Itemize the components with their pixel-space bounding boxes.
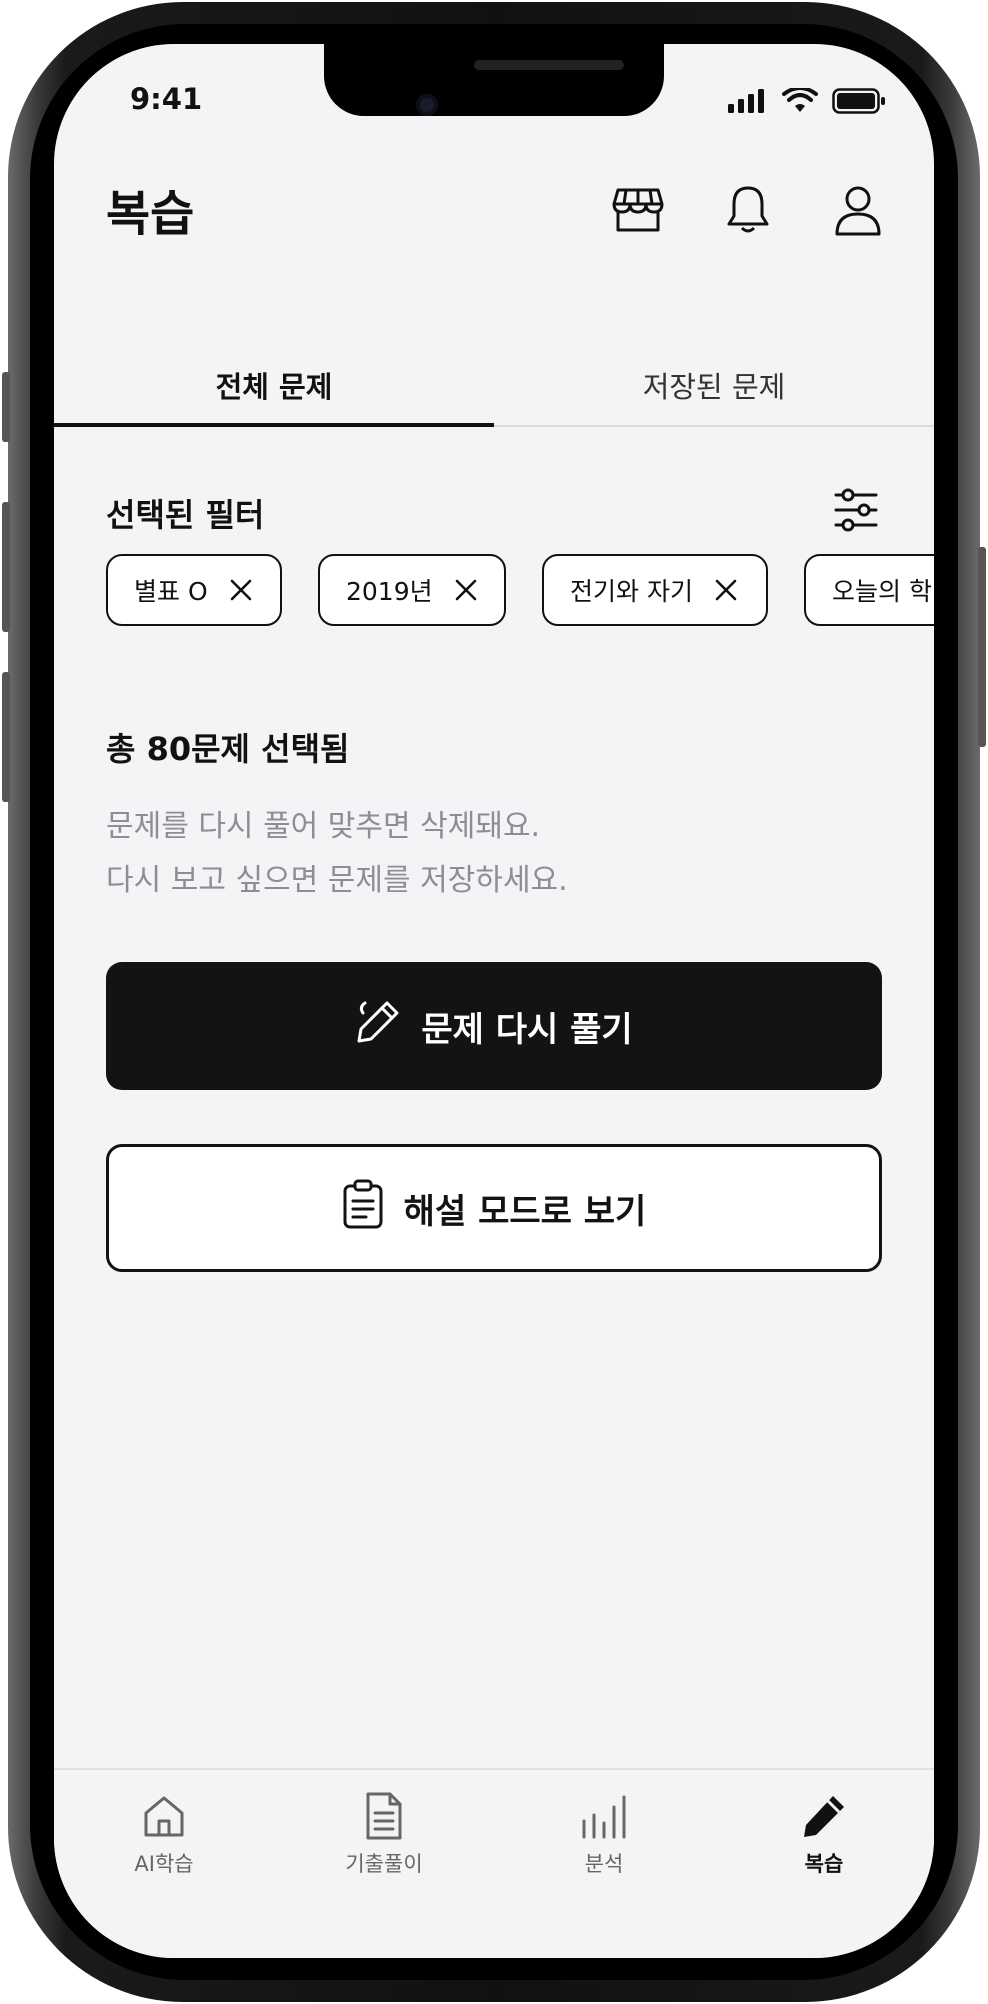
tab-bar: 전체 문제 저장된 문제 (54, 344, 934, 428)
summary-desc-line: 문제를 다시 풀어 맞추면 삭제돼요. (106, 809, 541, 844)
filter-chip[interactable]: 2019년 (318, 554, 506, 626)
nav-item-label: AI학습 (134, 1852, 194, 1876)
volume-up-button (2, 502, 10, 632)
bell-icon[interactable] (720, 182, 776, 238)
selected-count: 총 80문제 선택됨 (106, 730, 350, 768)
wifi-icon (782, 86, 818, 118)
earpiece-speaker (474, 60, 624, 70)
pencil-icon (798, 1790, 850, 1842)
notch (324, 44, 664, 116)
home-icon (138, 1790, 190, 1842)
filter-chip-label: 오늘의 학 (832, 577, 932, 606)
page-title: 복습 (106, 186, 195, 242)
clipboard-icon (342, 1179, 384, 1238)
close-icon[interactable] (715, 579, 737, 601)
nav-item-ai-learning[interactable]: AI학습 (54, 1790, 274, 1890)
tab-saved-problems[interactable]: 저장된 문제 (494, 344, 934, 426)
nav-item-label: 분석 (584, 1852, 624, 1876)
bottom-navigation: AI학습 기출풀이 분석 복습 (54, 1768, 934, 1958)
summary-desc-line: 다시 보고 싶으면 문제를 저장하세요. (106, 863, 568, 898)
summary-description: 문제를 다시 풀어 맞추면 삭제돼요. 다시 보고 싶으면 문제를 저장하세요. (106, 800, 568, 908)
close-icon[interactable] (455, 579, 477, 601)
user-icon[interactable] (830, 182, 886, 238)
signal-icon (728, 89, 768, 117)
nav-item-label: 복습 (804, 1852, 844, 1876)
document-icon (358, 1790, 410, 1842)
store-icon[interactable] (610, 182, 666, 238)
filter-chip[interactable]: 별표 O (106, 554, 282, 626)
filter-chip-label: 2019년 (346, 577, 433, 606)
explanation-mode-button[interactable]: 해설 모드로 보기 (106, 1144, 882, 1272)
status-icons (728, 86, 886, 118)
filter-chip[interactable]: 오늘의 학 (804, 554, 934, 626)
retry-button-label: 문제 다시 풀기 (421, 1009, 633, 1050)
filter-section-title: 선택된 필터 (106, 496, 265, 534)
close-icon[interactable] (230, 579, 252, 601)
front-camera (416, 94, 438, 116)
explanation-button-label: 해설 모드로 보기 (403, 1191, 647, 1232)
volume-down-button (2, 672, 10, 802)
filter-chip-list: 별표 O 2019년 전기와 자기 오늘의 학 (106, 554, 934, 630)
bar-chart-icon (578, 1790, 630, 1842)
nav-item-label: 기출풀이 (345, 1852, 423, 1876)
app-screen: 9:41 복습 전체 문제 저장된 문제 선택된 필터 별표 O 2019년 전… (54, 44, 934, 1958)
pencil-icon (355, 999, 401, 1054)
nav-item-review[interactable]: 복습 (714, 1790, 934, 1890)
filter-chip-label: 전기와 자기 (570, 577, 693, 606)
nav-item-analysis[interactable]: 분석 (494, 1790, 714, 1890)
tab-all-problems[interactable]: 전체 문제 (54, 344, 494, 426)
status-time: 9:41 (130, 82, 203, 116)
retry-problems-button[interactable]: 문제 다시 풀기 (106, 962, 882, 1090)
filter-chip[interactable]: 전기와 자기 (542, 554, 768, 626)
battery-icon (832, 88, 886, 118)
filter-chip-label: 별표 O (134, 577, 208, 606)
power-button (978, 547, 986, 747)
mute-switch (2, 372, 10, 442)
filter-settings-icon[interactable] (830, 484, 882, 536)
nav-item-past-exams[interactable]: 기출풀이 (274, 1790, 494, 1890)
tab-active-indicator (54, 423, 494, 427)
